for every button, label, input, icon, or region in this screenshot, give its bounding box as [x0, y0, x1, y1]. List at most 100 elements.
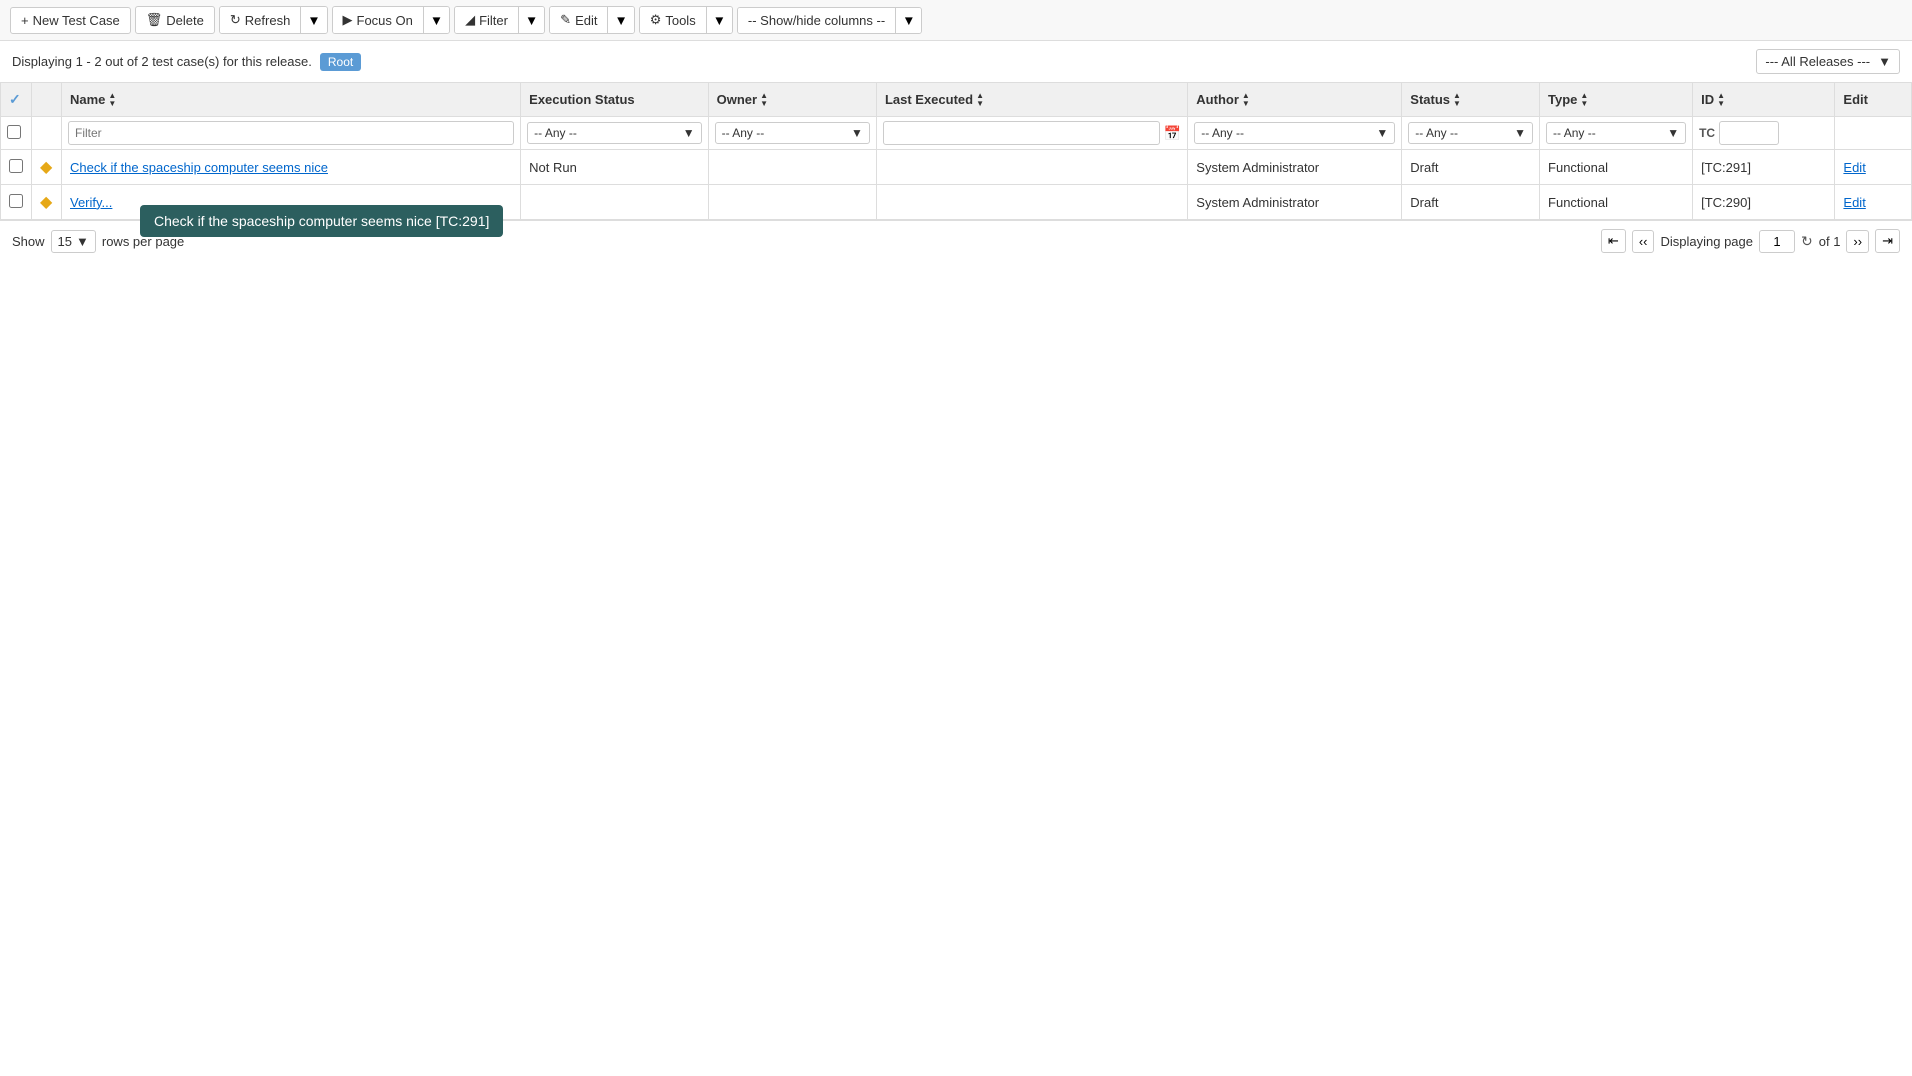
- row1-name-link[interactable]: Check if the spaceship computer seems ni…: [70, 160, 328, 175]
- delete-button[interactable]: 🗑 Delete: [135, 6, 215, 34]
- filter-status-cell: -- Any -- ▼: [1402, 117, 1540, 150]
- th-id-label: ID: [1701, 92, 1714, 107]
- refresh-icon: ↻: [230, 12, 241, 28]
- filter-name-cell: [62, 117, 521, 150]
- filter-status-select[interactable]: -- Any -- ▼: [1408, 122, 1533, 144]
- row1-checkbox[interactable]: [9, 159, 23, 173]
- filter-owner-cell: -- Any -- ▼: [708, 117, 876, 150]
- rows-per-page-label: rows per page: [102, 234, 184, 249]
- filter-owner-select[interactable]: -- Any -- ▼: [715, 122, 870, 144]
- focus-on-split-button[interactable]: ▶ Focus On ▼: [332, 6, 451, 34]
- calendar-icon[interactable]: 📅: [1164, 125, 1181, 142]
- filter-id-cell: TC: [1693, 117, 1835, 150]
- row2-checkbox[interactable]: [9, 194, 23, 208]
- focus-on-label: Focus On: [357, 13, 413, 28]
- edit-arrow-button[interactable]: ▼: [607, 7, 633, 33]
- tools-icon: ⚙: [650, 12, 662, 28]
- tools-main-button[interactable]: ⚙ Tools: [640, 7, 706, 33]
- filter-execution-cell: -- Any -- ▼: [521, 117, 708, 150]
- th-status[interactable]: Status ▲▼: [1402, 83, 1540, 117]
- tools-arrow-button[interactable]: ▼: [706, 7, 732, 33]
- row1-edit-cell: Edit: [1835, 150, 1912, 185]
- id-sort-arrows: ▲▼: [1717, 92, 1725, 108]
- pagination-bar: Show 15 ▼ rows per page ⇤ ‹‹ Displaying …: [0, 220, 1912, 261]
- chevron-down-icon: ▼: [1514, 126, 1526, 140]
- page-next-button[interactable]: ››: [1846, 230, 1869, 253]
- filter-name-input[interactable]: [68, 121, 514, 145]
- page-size-select[interactable]: 15 ▼: [51, 230, 96, 253]
- filter-cb-cell: [1, 117, 32, 150]
- filter-author-select[interactable]: -- Any -- ▼: [1194, 122, 1395, 144]
- test-cases-table: ✓ Name ▲▼ Execution Status Owner ▲▼: [0, 82, 1912, 220]
- th-id[interactable]: ID ▲▼: [1693, 83, 1835, 117]
- page-prev-button[interactable]: ‹‹: [1632, 230, 1655, 253]
- focus-icon: ▶: [343, 12, 353, 28]
- page-last-button[interactable]: ⇥: [1875, 229, 1900, 253]
- th-owner[interactable]: Owner ▲▼: [708, 83, 876, 117]
- filter-type-select[interactable]: -- Any -- ▼: [1546, 122, 1686, 144]
- row2-type-cell: Functional: [1540, 185, 1693, 220]
- row2-name-link[interactable]: Verify...: [70, 195, 112, 210]
- th-author[interactable]: Author ▲▼: [1188, 83, 1402, 117]
- chevron-down-icon: ▼: [713, 13, 726, 28]
- focus-on-main-button[interactable]: ▶ Focus On: [333, 7, 423, 33]
- row2-execution-cell: [521, 185, 708, 220]
- row2-tc-icon: ◆: [40, 194, 52, 211]
- chevron-down-icon: ▼: [851, 126, 863, 140]
- focus-on-arrow-button[interactable]: ▼: [423, 7, 449, 33]
- page-number-input[interactable]: [1759, 230, 1795, 253]
- row1-edit-link[interactable]: Edit: [1843, 160, 1865, 175]
- th-type[interactable]: Type ▲▼: [1540, 83, 1693, 117]
- new-test-case-button[interactable]: + New Test Case: [10, 7, 131, 34]
- filter-id-input[interactable]: [1719, 121, 1779, 145]
- filter-last-executed-input[interactable]: [883, 121, 1160, 145]
- page-size-value: 15: [58, 234, 72, 249]
- page-first-button[interactable]: ⇤: [1601, 229, 1626, 253]
- displaying-page-label: Displaying page: [1660, 234, 1753, 249]
- th-name[interactable]: Name ▲▼: [62, 83, 521, 117]
- show-hide-arrow-button[interactable]: ▼: [895, 8, 921, 33]
- tools-split-button[interactable]: ⚙ Tools ▼: [639, 6, 733, 34]
- filter-checkbox[interactable]: [7, 125, 21, 139]
- refresh-split-button[interactable]: ↻ Refresh ▼: [219, 6, 328, 34]
- all-releases-select[interactable]: --- All Releases --- ▼: [1756, 49, 1900, 74]
- row1-execution-cell: Not Run: [521, 150, 708, 185]
- row1-owner-cell: [708, 150, 876, 185]
- edit-label: Edit: [575, 13, 597, 28]
- filter-execution-select[interactable]: -- Any -- ▼: [527, 122, 701, 144]
- refresh-arrow-button[interactable]: ▼: [300, 7, 326, 33]
- filter-icon: ◢: [465, 12, 475, 28]
- th-last-executed[interactable]: Last Executed ▲▼: [876, 83, 1187, 117]
- row1-status: Draft: [1410, 160, 1438, 175]
- show-hide-split-button[interactable]: -- Show/hide columns -- ▼: [737, 7, 922, 34]
- filter-label: Filter: [479, 13, 508, 28]
- show-hide-label: -- Show/hide columns --: [748, 13, 885, 28]
- info-bar: Displaying 1 - 2 out of 2 test case(s) f…: [0, 41, 1912, 82]
- chevron-down-icon: ▼: [614, 13, 627, 28]
- filter-split-button[interactable]: ◢ Filter ▼: [454, 6, 545, 34]
- chevron-down-icon: ▼: [1878, 54, 1891, 69]
- row2-id-cell: [TC:290]: [1693, 185, 1835, 220]
- filter-main-button[interactable]: ◢ Filter: [455, 7, 518, 33]
- row2-edit-link[interactable]: Edit: [1843, 195, 1865, 210]
- page-refresh-button[interactable]: ↻: [1801, 233, 1813, 250]
- row1-author-cell: System Administrator: [1188, 150, 1402, 185]
- row2-icon-cell: ◆: [32, 185, 62, 220]
- chevron-down-icon: ▼: [1376, 126, 1388, 140]
- refresh-main-button[interactable]: ↻ Refresh: [220, 7, 300, 33]
- status-sort-arrows: ▲▼: [1453, 92, 1461, 108]
- filter-arrow-button[interactable]: ▼: [518, 7, 544, 33]
- show-hide-main-button[interactable]: -- Show/hide columns --: [738, 8, 895, 33]
- th-author-label: Author: [1196, 92, 1239, 107]
- edit-split-button[interactable]: ✎ Edit ▼: [549, 6, 635, 34]
- chevron-down-icon: ▼: [307, 13, 320, 28]
- refresh-label: Refresh: [245, 13, 291, 28]
- delete-label: Delete: [166, 13, 204, 28]
- filter-type-any: -- Any --: [1553, 126, 1596, 140]
- test-cases-table-container: ✓ Name ▲▼ Execution Status Owner ▲▼: [0, 82, 1912, 220]
- th-edit-label: Edit: [1843, 92, 1868, 107]
- edit-main-button[interactable]: ✎ Edit: [550, 7, 607, 33]
- check-all-icon: ✓: [9, 91, 21, 107]
- row1-type-cell: Functional: [1540, 150, 1693, 185]
- row2-type: Functional: [1548, 195, 1608, 210]
